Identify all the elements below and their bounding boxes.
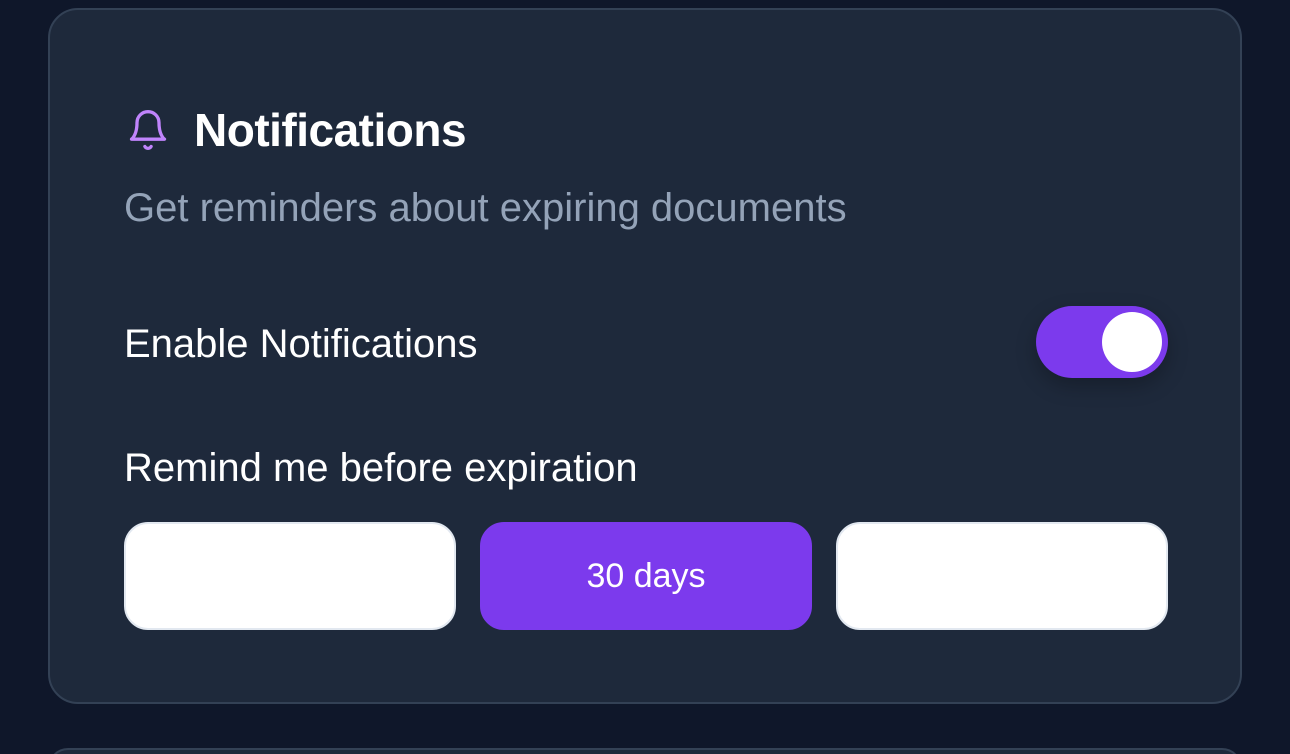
- toggle-knob: [1102, 312, 1162, 372]
- reminder-options: 30 days: [124, 522, 1168, 630]
- reminder-label: Remind me before expiration: [124, 446, 638, 490]
- enable-notifications-toggle[interactable]: [1036, 306, 1168, 378]
- reminder-option-30-days[interactable]: 30 days: [480, 522, 812, 630]
- reminder-option-3[interactable]: [836, 522, 1168, 630]
- bell-icon: [124, 106, 172, 154]
- card-subtitle: Get reminders about expiring documents: [124, 186, 847, 230]
- reminder-option-1[interactable]: [124, 522, 456, 630]
- card-header: Notifications: [124, 98, 467, 162]
- next-card: [48, 748, 1242, 754]
- settings-page: Notifications Get reminders about expiri…: [0, 0, 1290, 754]
- enable-notifications-label: Enable Notifications: [124, 322, 478, 366]
- notifications-card: Notifications Get reminders about expiri…: [48, 8, 1242, 704]
- card-title: Notifications: [194, 104, 467, 156]
